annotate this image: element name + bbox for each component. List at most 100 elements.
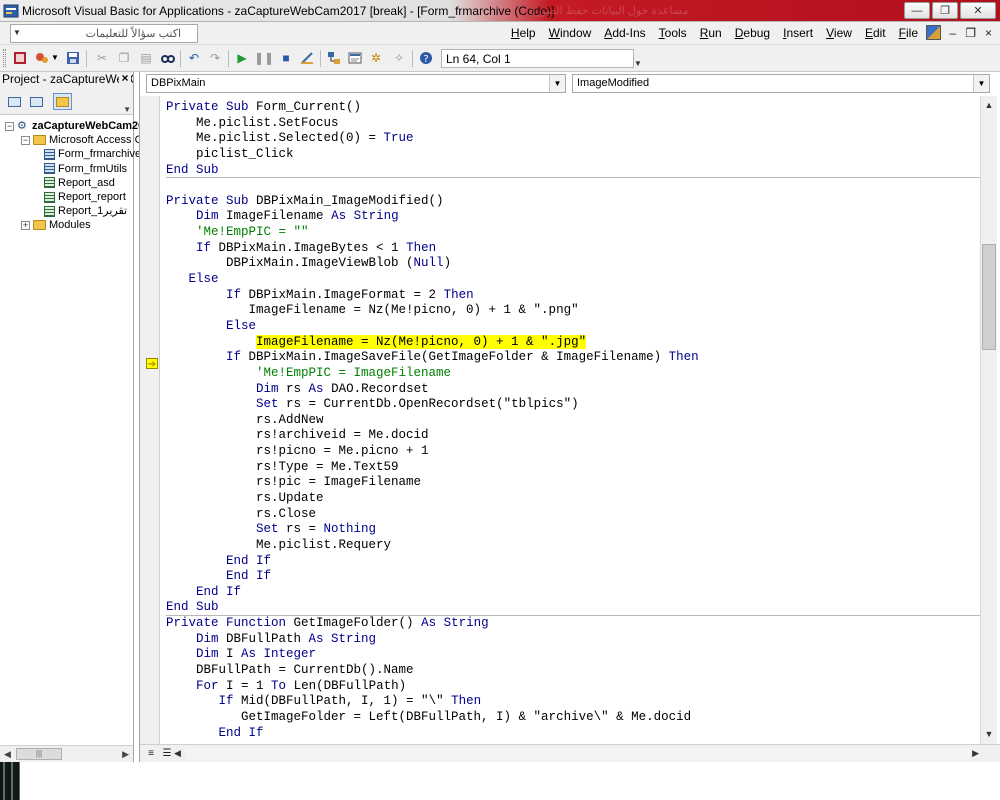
code-line[interactable]: rs.Update [166,491,324,506]
code-editor[interactable]: Private Sub Form_Current() Me.piclist.Se… [166,96,981,744]
chevron-down-icon[interactable]: ▼ [973,75,989,92]
code-vertical-scrollbar[interactable]: ▲ ▼ [980,96,997,744]
tree-item[interactable]: Report_report [37,190,126,204]
code-line[interactable]: End If [166,585,241,600]
tree-item[interactable]: + Modules [21,218,91,232]
menu-edit[interactable]: Edit [865,26,886,40]
menu-window[interactable]: Window [549,26,592,40]
code-line[interactable]: rs!picno = Me.picno + 1 [166,444,429,459]
scroll-right-icon[interactable]: ▶ [122,749,129,760]
procedure-combo[interactable]: ImageModified ▼ [572,74,990,93]
code-line[interactable]: rs!Type = Me.Text59 [166,460,399,475]
menu-run[interactable]: Run [700,26,722,40]
copy-icon[interactable]: ❐ [116,50,132,66]
code-line[interactable]: Else [166,319,256,334]
menu-insert[interactable]: Insert [783,26,813,40]
chevron-down-icon[interactable]: ▼ [123,105,131,114]
code-line[interactable]: DBPixMain.ImageViewBlob (Null) [166,256,451,271]
code-line[interactable]: If Mid(DBFullPath, I, 1) = "\" Then [166,694,482,709]
mdi-close-button[interactable]: × [985,26,992,40]
code-line[interactable]: rs.AddNew [166,413,324,428]
code-line[interactable]: End If [166,726,264,741]
chevron-down-icon[interactable]: ▼ [13,28,21,37]
close-button[interactable]: ✕ [960,2,996,19]
code-line[interactable]: End Sub [166,600,219,615]
help-icon[interactable]: ? [418,50,434,66]
code-line[interactable]: End Sub [166,163,219,178]
restore-button[interactable]: ❐ [932,2,958,19]
insert-dropdown-icon[interactable]: ▼ [50,50,60,66]
object-combo[interactable]: DBPixMain ▼ [146,74,566,93]
project-explorer-icon[interactable] [326,50,342,66]
collapse-icon[interactable]: − [21,135,30,145]
code-line[interactable]: piclist_Click [166,147,294,162]
redo-icon[interactable]: ↷ [207,50,223,66]
toolbox-icon[interactable]: ✧ [391,50,407,66]
scroll-thumb[interactable]: ||| [16,748,62,760]
code-line[interactable]: If DBPixMain.ImageFormat = 2 Then [166,288,474,303]
design-mode-icon[interactable] [299,50,315,66]
code-line[interactable]: If DBPixMain.ImageBytes < 1 Then [166,241,436,256]
code-line[interactable]: 'Me!EmpPIC = ImageFilename [166,366,451,381]
code-line[interactable]: For I = 1 To Len(DBFullPath) [166,679,406,694]
undo-icon[interactable]: ↶ [186,50,202,66]
code-line[interactable]: GetImageFolder = Left(DBFullPath, I) & "… [166,710,691,725]
toggle-folders-icon[interactable] [53,93,72,110]
code-line[interactable]: If DBPixMain.ImageSaveFile(GetImageFolde… [166,350,699,365]
taskbar-thumbnail[interactable] [0,762,20,800]
code-line[interactable]: Private Function GetImageFolder() As Str… [166,616,489,631]
view-object-icon[interactable] [27,93,46,110]
toolbar-options-icon[interactable]: ▼ [634,59,642,68]
run-icon[interactable]: ▶ [234,50,250,66]
menu-file[interactable]: File [899,26,918,40]
scroll-left-icon[interactable]: ◀ [4,749,11,760]
code-line[interactable]: Private Sub Form_Current() [166,100,361,115]
ask-question-box[interactable]: ▼ اكتب سؤالاً للتعليمات [10,24,198,43]
menu-debug[interactable]: Debug [735,26,770,40]
full-module-view-icon[interactable]: ☰ [160,747,174,760]
code-line[interactable]: rs!pic = ImageFilename [166,475,421,490]
code-line[interactable]: rs!archiveid = Me.docid [166,428,429,443]
scroll-left-icon[interactable]: ◀ [174,748,181,759]
code-line[interactable]: rs.Close [166,507,316,522]
code-line[interactable]: Me.piclist.Requery [166,538,391,553]
tree-item[interactable]: Form_frmUtils [37,162,127,176]
break-icon[interactable]: ❚❚ [254,50,274,66]
reset-icon[interactable]: ■ [278,50,294,66]
margin-indicator-bar[interactable]: ➔ [140,96,160,744]
horizontal-scroll-track[interactable] [186,748,970,759]
menu-view[interactable]: View [826,26,852,40]
tree-item[interactable]: Report_asd [37,176,115,190]
code-line[interactable]: End If [166,554,271,569]
code-line[interactable]: Dim ImageFilename As String [166,209,399,224]
tree-item[interactable]: Form_frmarchive [37,147,141,161]
properties-window-icon[interactable] [347,50,363,66]
minimize-button[interactable]: — [904,2,930,19]
menu-help[interactable]: Help [511,26,536,40]
code-line[interactable]: Me.piclist.Selected(0) = True [166,131,414,146]
chevron-down-icon[interactable]: ▼ [549,75,565,92]
code-line[interactable]: ImageFilename = Nz(Me!picno, 0) + 1 & ".… [166,334,587,350]
procedure-view-icon[interactable]: ≡ [144,747,158,760]
collapse-icon[interactable]: − [5,121,14,131]
save-icon[interactable] [65,50,81,66]
menu-addins[interactable]: Add-Ins [604,26,645,40]
tree-item[interactable]: Report_تقرير1 [37,204,127,218]
close-project-explorer-button[interactable]: × [119,72,131,85]
code-window-icon[interactable] [925,25,941,40]
code-line[interactable]: DBFullPath = CurrentDb().Name [166,663,414,678]
paste-icon[interactable]: ▤ [138,50,154,66]
insert-module-icon[interactable] [34,50,50,66]
view-code-icon[interactable] [5,93,24,110]
code-line[interactable]: 'Me!EmpPIC = "" [166,225,309,240]
find-icon[interactable] [160,50,176,66]
scroll-right-icon[interactable]: ▶ [972,748,979,759]
code-line[interactable]: Else [166,272,219,287]
scroll-thumb[interactable] [982,244,996,350]
code-line[interactable]: Dim DBFullPath As String [166,632,376,647]
code-line[interactable]: Private Sub DBPixMain_ImageModified() [166,194,444,209]
expand-icon[interactable]: + [21,220,30,230]
object-browser-icon[interactable]: ✲ [368,50,384,66]
project-horizontal-scrollbar[interactable]: ◀ ||| ▶ [0,745,133,762]
menu-tools[interactable]: Tools [659,26,687,40]
